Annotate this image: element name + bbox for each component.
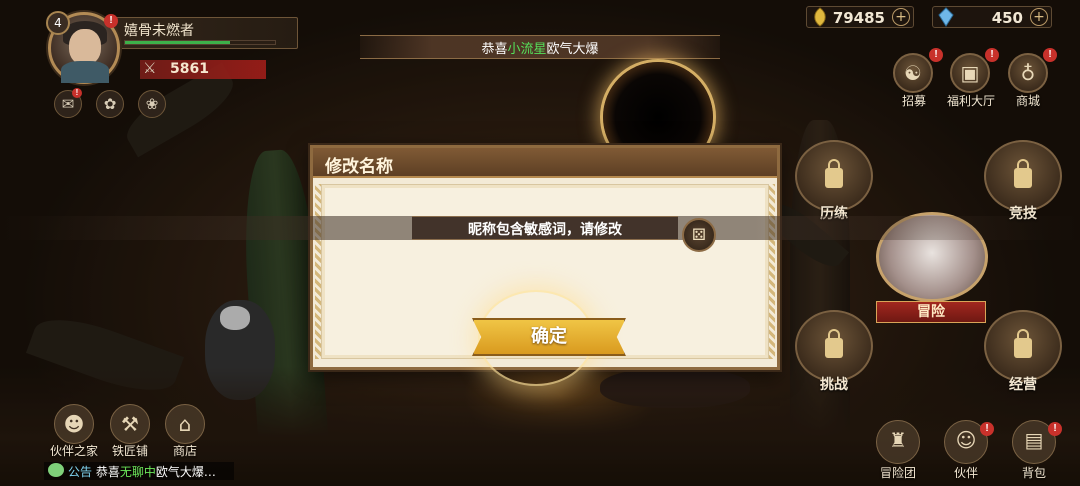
dialog-border-right bbox=[769, 184, 775, 359]
gold-leaf-icon bbox=[814, 7, 826, 27]
player-level-badge: 4 bbox=[46, 11, 70, 35]
anvil-icon: ⚒ bbox=[121, 412, 139, 436]
toast-message: 昵称包含敏感词，请修改 bbox=[468, 222, 622, 238]
recruit-button[interactable]: ☯ bbox=[893, 53, 933, 93]
arena-button[interactable] bbox=[984, 140, 1062, 212]
crossed-swords-icon: ⚔ bbox=[143, 59, 157, 77]
settings-icon[interactable]: ✿ bbox=[96, 90, 124, 118]
guild-label: 冒险团 bbox=[879, 466, 916, 480]
blue-gem-icon bbox=[938, 7, 954, 27]
manage-button[interactable] bbox=[984, 310, 1062, 382]
mail-alert-badge: ! bbox=[72, 88, 82, 98]
mall-label: 商城 bbox=[1015, 94, 1040, 108]
money-bag-icon: ♁ bbox=[1020, 61, 1036, 85]
diamond-amount: 450 bbox=[991, 9, 1023, 27]
partner-icon: ☺ bbox=[955, 428, 977, 452]
mall-alert-badge: ! bbox=[1043, 48, 1057, 62]
chat-message: 公告 恭喜无聊中欧气大爆… bbox=[68, 465, 216, 479]
lock-icon bbox=[1014, 329, 1032, 358]
partner-alert-badge: ! bbox=[980, 422, 994, 436]
dialog-header: 修改名称 bbox=[313, 148, 777, 178]
dice-icon: ⚄ bbox=[692, 225, 706, 244]
random-name-button[interactable]: ⚄ bbox=[682, 218, 716, 252]
treasure-chest-icon: ▣ bbox=[960, 61, 980, 85]
challenge-label: 挑战 bbox=[820, 377, 848, 393]
shop-button[interactable]: ⌂ bbox=[165, 404, 205, 444]
chat-bubble-icon bbox=[48, 463, 64, 477]
welfare-alert-badge: ! bbox=[985, 48, 999, 62]
lock-icon bbox=[825, 329, 843, 358]
lock-icon bbox=[825, 159, 843, 188]
welfare-label: 福利大厅 bbox=[946, 94, 995, 108]
gold-currency: 79485 + bbox=[806, 6, 914, 28]
recruit-alert-badge: ! bbox=[929, 48, 943, 62]
manage-label: 经营 bbox=[1009, 377, 1037, 393]
gold-amount: 79485 bbox=[832, 9, 885, 27]
add-diamond-button[interactable]: + bbox=[1030, 8, 1048, 26]
backpack-icon: ▤ bbox=[1024, 428, 1044, 452]
friends-icon[interactable]: ❀ bbox=[138, 90, 166, 118]
bag-alert-badge: ! bbox=[1048, 422, 1062, 436]
challenge-button[interactable] bbox=[795, 310, 873, 382]
dialog-title: 修改名称 bbox=[325, 157, 393, 177]
adventure-label: 冒险 bbox=[917, 304, 945, 320]
recruit-label: 招募 bbox=[901, 94, 926, 108]
recruit-icon: ☯ bbox=[904, 61, 922, 85]
family-icon: ☻ bbox=[63, 412, 85, 436]
blacksmith-button[interactable]: ⚒ bbox=[110, 404, 150, 444]
player-name: 嬉骨未燃者 bbox=[124, 23, 194, 39]
partner-home-label: 伙伴之家 bbox=[49, 444, 98, 458]
training-button[interactable] bbox=[795, 140, 873, 212]
add-gold-button[interactable]: + bbox=[892, 8, 910, 26]
confirm-label: 确定 bbox=[531, 326, 567, 347]
diamond-currency: 450 + bbox=[932, 6, 1052, 28]
partner-label: 伙伴 bbox=[953, 466, 978, 480]
combat-power: 5861 bbox=[170, 61, 209, 77]
dialog-border-left bbox=[315, 184, 321, 359]
guild-icon: ♜ bbox=[889, 428, 907, 452]
bag-label: 背包 bbox=[1021, 466, 1046, 480]
guild-button[interactable]: ♜ bbox=[876, 420, 920, 464]
adventure-banner: 冒险 bbox=[876, 301, 986, 323]
announcement-player-name: 小流星 bbox=[507, 42, 547, 57]
welfare-button[interactable]: ▣ bbox=[950, 53, 990, 93]
shop-icon: ⌂ bbox=[178, 412, 192, 436]
shop-label: 商店 bbox=[172, 444, 197, 458]
mall-button[interactable]: ♁ bbox=[1008, 53, 1048, 93]
partner-home-button[interactable]: ☻ bbox=[54, 404, 94, 444]
lock-icon bbox=[1014, 159, 1032, 188]
chat-tag: 公告 bbox=[68, 465, 93, 479]
alert-badge: ! bbox=[104, 14, 118, 28]
blacksmith-label: 铁匠铺 bbox=[111, 444, 148, 458]
